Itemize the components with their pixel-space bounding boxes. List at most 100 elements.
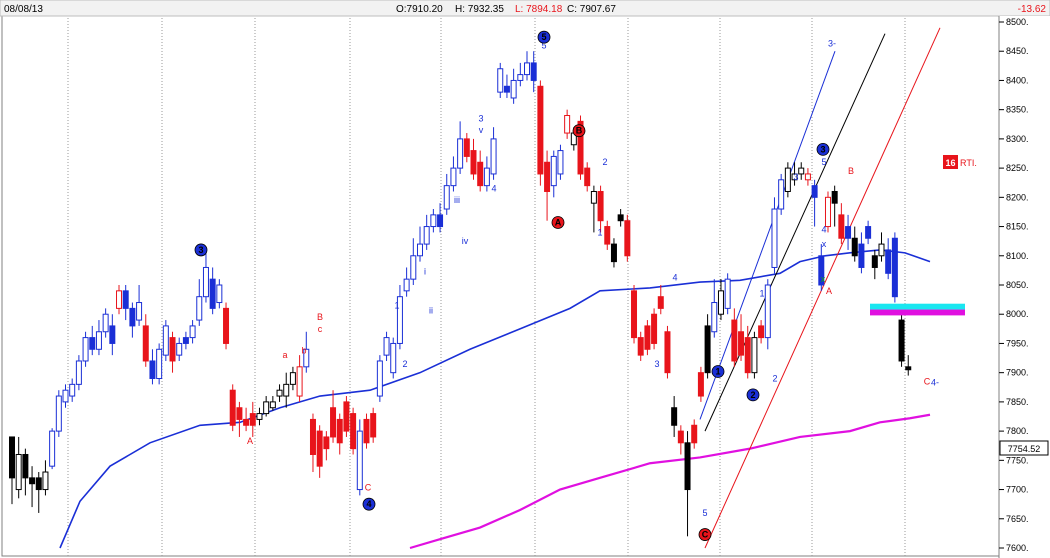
- candle-body: [89, 337, 96, 350]
- candle: [229, 384, 236, 432]
- candle: [162, 320, 169, 361]
- candle-body: [764, 284, 771, 339]
- wave-circle-text: 3: [198, 245, 203, 255]
- candle-body: [824, 196, 831, 228]
- candle-body: [289, 372, 296, 385]
- candle-body: [29, 477, 36, 485]
- candle-body: [898, 319, 905, 362]
- wave-circle-label: 4: [362, 497, 376, 511]
- wave-circle-text: 4: [366, 499, 371, 509]
- candle-body: [557, 150, 564, 175]
- candle-body: [82, 337, 89, 362]
- wave-label: 1: [394, 300, 399, 310]
- candlestick-chart: 53v4iiiiv21iii12 345123543-a bBcACBAC 4-xx5…: [0, 0, 1050, 558]
- wave-circle-text: B: [576, 126, 583, 136]
- candle-body: [316, 430, 323, 467]
- candle-body: [116, 290, 123, 309]
- y-tick-label: 8450.: [1006, 46, 1029, 56]
- candle-body: [323, 436, 330, 450]
- candle: [724, 273, 731, 315]
- y-tick-label: 8150.: [1006, 222, 1029, 232]
- candle-body: [550, 155, 557, 187]
- wave-label: iii: [454, 195, 460, 205]
- candle-body: [55, 395, 62, 432]
- candle-body: [383, 337, 390, 356]
- wave-label: x: [821, 274, 826, 284]
- wave-label: 4: [491, 183, 496, 193]
- candle-body: [463, 138, 470, 157]
- candle-body: [891, 237, 898, 298]
- candle: [343, 396, 350, 437]
- wave-circle-text: 1: [715, 366, 720, 376]
- zone-upper: [870, 303, 965, 310]
- wave-label: 2: [402, 359, 407, 369]
- candle-body: [182, 337, 189, 344]
- candle-body: [617, 214, 624, 222]
- wave-label: C: [365, 483, 372, 493]
- candle: [898, 314, 905, 367]
- candle-body: [597, 190, 604, 222]
- wave-circle-label: 2: [746, 388, 760, 402]
- candle-body: [778, 179, 785, 210]
- candle-body: [269, 401, 276, 409]
- candle-body: [664, 331, 671, 374]
- rti-badge-label: RTI.: [960, 158, 977, 168]
- wave-label: 3: [793, 172, 798, 182]
- wave-label: C: [924, 376, 931, 386]
- y-tick-label: 8050.: [1006, 280, 1029, 290]
- candle-body: [804, 173, 811, 181]
- candle-body: [697, 372, 704, 397]
- candle-body: [102, 313, 109, 333]
- candle-body: [75, 360, 82, 385]
- y-tick-label: 8250.: [1006, 163, 1029, 173]
- wave-label: 1: [597, 227, 602, 237]
- candle-body: [684, 442, 691, 491]
- candle-body: [283, 383, 290, 397]
- candle: [778, 173, 785, 215]
- candle-body: [69, 383, 76, 397]
- candle-body: [631, 290, 638, 339]
- wave-label: 3: [478, 113, 483, 123]
- wave-circle-label: 5: [537, 30, 551, 44]
- wave-label: b: [301, 345, 306, 355]
- candle-body: [738, 331, 745, 356]
- candle-body: [537, 85, 544, 175]
- candle-body: [758, 325, 765, 339]
- candle-body: [865, 226, 872, 239]
- candle: [223, 302, 230, 350]
- wave-label: 4-: [931, 378, 939, 388]
- wave-label: i: [424, 266, 426, 276]
- zone-lower: [870, 309, 965, 316]
- candle-body: [216, 284, 223, 304]
- candle-body: [637, 337, 644, 356]
- header-close: C: 7907.67: [567, 4, 616, 15]
- candle-body: [811, 185, 818, 198]
- wave-label: 5: [702, 508, 707, 518]
- candle-body: [510, 79, 517, 99]
- header-low: L: 7894.18: [515, 4, 563, 15]
- candle: [624, 214, 631, 262]
- header-open: O:7910.20: [396, 4, 443, 15]
- wave-circle-text: 3: [820, 144, 825, 154]
- wave-label: 3-: [828, 39, 836, 49]
- candle-body: [330, 407, 337, 438]
- candle-body: [336, 418, 343, 444]
- candle-body: [9, 436, 15, 479]
- y-tick-label: 7600.: [1006, 543, 1029, 553]
- wave-circle-text: C: [702, 530, 709, 540]
- candle-body: [610, 243, 617, 263]
- candle-body: [497, 68, 504, 93]
- candle-body: [771, 208, 778, 268]
- candle-body: [691, 424, 698, 444]
- wave-label: B: [848, 166, 854, 176]
- wave-label: iv: [462, 236, 469, 246]
- wave-circle-text: 5: [541, 32, 546, 42]
- candle-body: [256, 413, 263, 420]
- candle-body: [390, 342, 397, 374]
- candle-body: [644, 325, 651, 350]
- candle-body: [885, 249, 892, 274]
- candle: [891, 232, 898, 303]
- candle-body: [590, 190, 597, 204]
- candle-body: [717, 290, 724, 315]
- candle: [537, 80, 544, 186]
